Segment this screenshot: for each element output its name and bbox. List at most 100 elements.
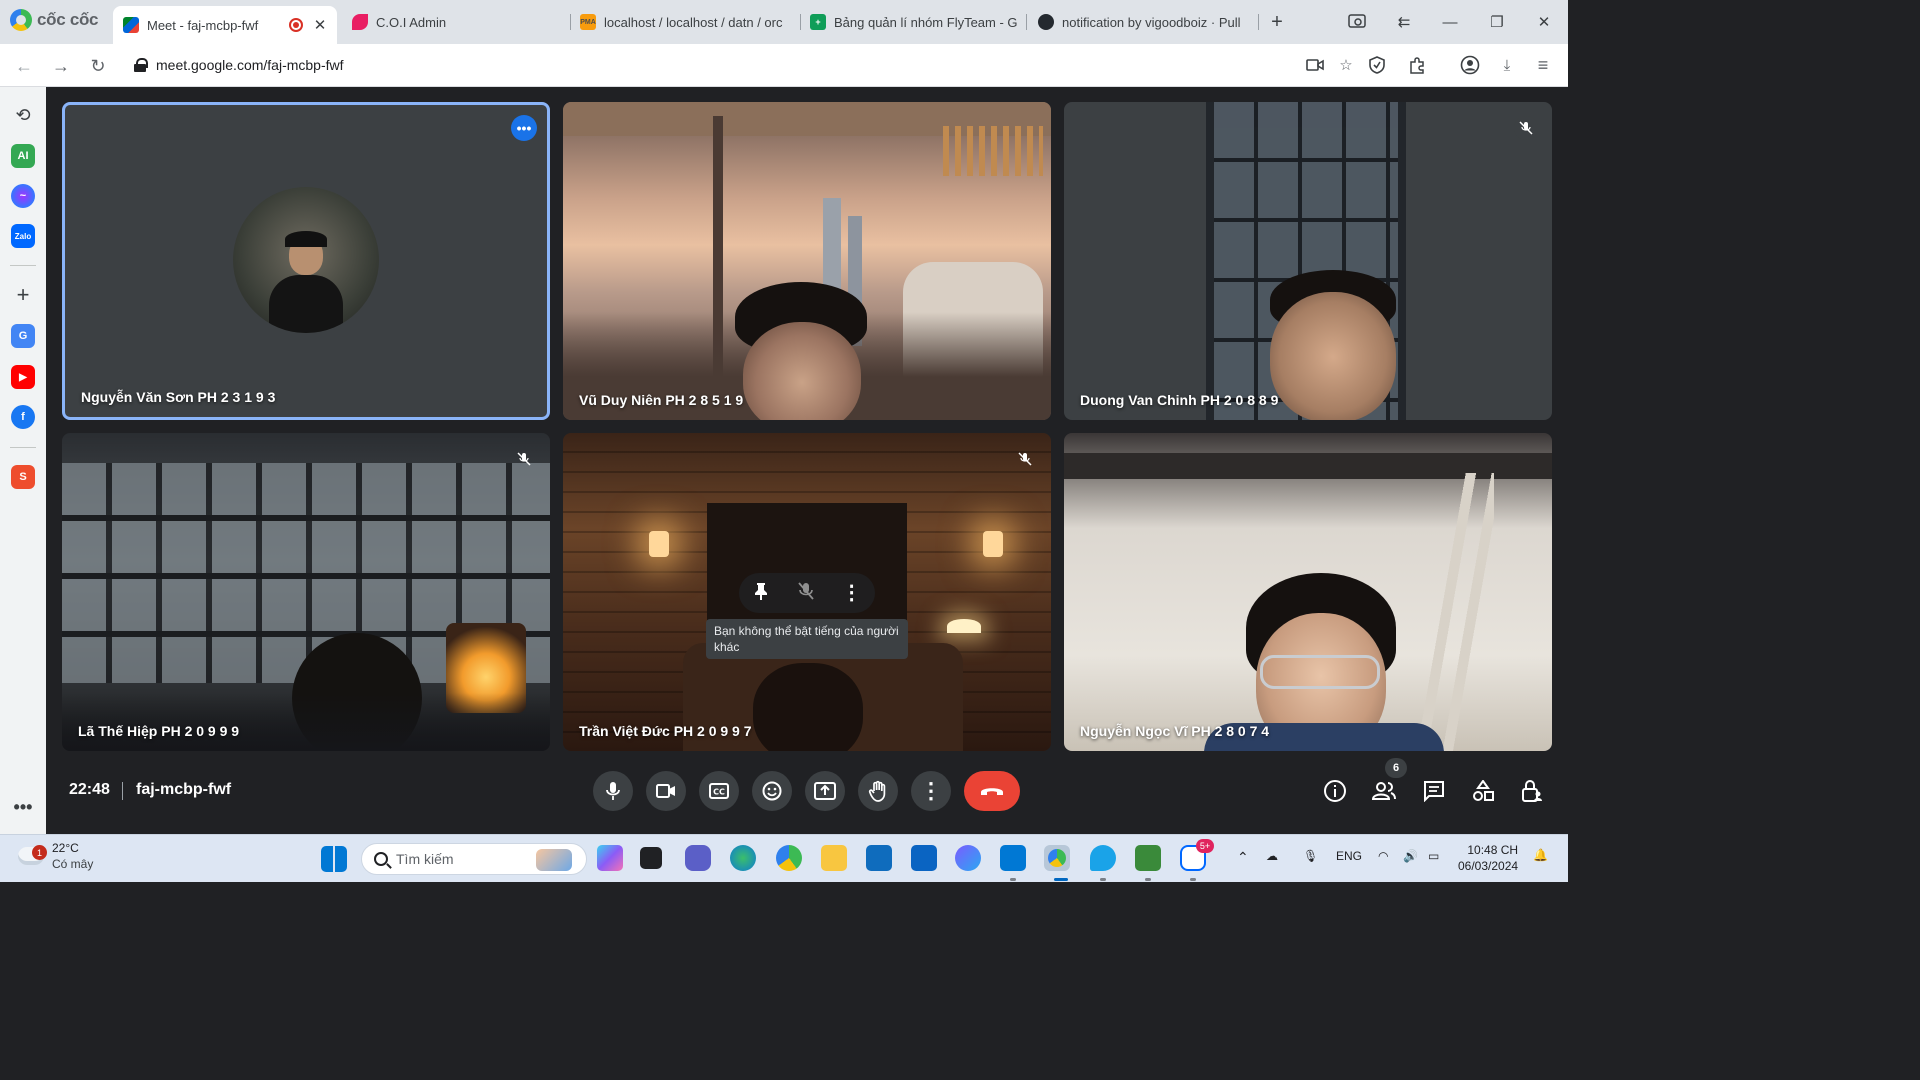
camera-button[interactable] (646, 771, 686, 811)
messenger-icon[interactable]: ~ (11, 184, 35, 208)
coccoc-taskbar-icon[interactable] (776, 845, 802, 871)
close-window-icon[interactable]: ✕ (1532, 10, 1556, 34)
microphone-button[interactable] (593, 771, 633, 811)
onedrive-icon[interactable]: ☁ (1266, 849, 1278, 863)
activities-button[interactable] (1467, 775, 1499, 807)
download-icon[interactable]: ⤓ (1496, 54, 1518, 76)
forward-icon[interactable]: → (47, 52, 75, 80)
raise-hand-icon (868, 780, 886, 802)
address-bar[interactable]: meet.google.com/faj-mcbp-fwf (122, 50, 1322, 80)
meeting-details-button[interactable] (1319, 775, 1351, 807)
shield-icon[interactable] (1366, 54, 1388, 76)
tab-github-pr[interactable]: notification by vigoodboiz · Pull (1028, 6, 1250, 38)
spreadsheet-icon[interactable] (1135, 845, 1161, 871)
avatar (233, 187, 379, 333)
google-sheets-icon: + (810, 14, 826, 30)
captions-button[interactable]: CC (699, 771, 739, 811)
meeting-clock: 22:48 (69, 781, 110, 798)
ai-assistant-icon[interactable]: AI (11, 144, 35, 168)
menu-icon[interactable]: ≡ (1532, 54, 1554, 76)
mic-icon (606, 782, 620, 800)
host-controls-button[interactable] (1516, 775, 1548, 807)
participant-tile[interactable]: ••• Nguyễn Văn Sơn PH 2 3 1 9 3 (62, 102, 550, 420)
edge-icon[interactable] (730, 845, 756, 871)
brand-name: cốc cốc (37, 10, 99, 29)
system-clock[interactable]: 10:48 CH 06/03/2024 (1458, 842, 1518, 874)
tab-title: Bảng quản lí nhóm FlyTeam - G (834, 14, 1018, 30)
battery-icon[interactable]: ▭ (1428, 849, 1439, 863)
shopee-icon[interactable]: S (11, 465, 35, 489)
github-icon (1038, 14, 1054, 30)
mail-icon[interactable] (911, 845, 937, 871)
tab-google-sheets[interactable]: + Bảng quản lí nhóm FlyTeam - G (800, 6, 1022, 38)
coccoc-active-icon[interactable] (1044, 845, 1070, 871)
teams-icon[interactable] (685, 845, 711, 871)
participant-tile[interactable]: Duong Van Chinh PH 2 0 8 8 9 (1064, 102, 1552, 420)
emoji-reaction-button[interactable] (752, 771, 792, 811)
zalo-taskbar-icon[interactable]: 5+ (1180, 839, 1214, 871)
participant-tile[interactable]: Vũ Duy Niên PH 2 8 5 1 9 (563, 102, 1051, 420)
side-separator (10, 265, 36, 266)
profile-icon[interactable] (1459, 54, 1481, 76)
chat-app-icon[interactable] (1090, 845, 1116, 871)
taskbar-search[interactable]: Tìm kiếm (361, 843, 587, 875)
weather-desc: Có mây (52, 857, 94, 871)
back-history-icon[interactable]: ⇇ (1392, 10, 1416, 34)
clock-time: 10:48 CH (1467, 843, 1519, 857)
notification-bell-icon[interactable]: 🔔 (1533, 848, 1548, 862)
pin-icon[interactable] (752, 581, 770, 606)
facebook-icon[interactable]: f (11, 405, 35, 429)
camera-in-use-icon[interactable] (1304, 54, 1326, 76)
zalo-icon[interactable]: Zalo (11, 224, 35, 248)
extensions-icon[interactable] (1406, 54, 1428, 76)
close-tab-icon[interactable]: ✕ (311, 16, 329, 34)
more-options-button[interactable]: ⋮ (911, 771, 951, 811)
minimize-icon[interactable]: — (1438, 10, 1462, 34)
youtube-icon[interactable]: ▶ (11, 365, 35, 389)
bookmark-star-icon[interactable]: ☆ (1335, 54, 1357, 76)
copilot-icon[interactable] (597, 845, 623, 871)
tab-phpmyadmin[interactable]: PMA localhost / localhost / datn / orc (570, 6, 796, 38)
history-icon[interactable]: ⟲ (11, 103, 35, 127)
copilot-app-icon[interactable] (955, 845, 981, 871)
start-windows-icon[interactable] (321, 846, 347, 872)
tab-coi-admin[interactable]: C.O.I Admin (342, 6, 562, 38)
tab-search-icon[interactable] (1345, 10, 1369, 34)
tab-separator (1258, 14, 1259, 30)
language-indicator[interactable]: ENG (1336, 849, 1362, 863)
participant-tile[interactable]: Lã Thế Hiệp PH 2 0 9 9 9 (62, 433, 550, 751)
emoji-icon (762, 781, 782, 801)
file-explorer-icon[interactable] (821, 845, 847, 871)
mute-participant-icon[interactable] (797, 581, 815, 606)
chevron-up-icon[interactable]: ⌃ (1237, 849, 1249, 866)
browser-side-panel: ⟲ AI ~ Zalo + G ▶ f S ••• (0, 87, 46, 834)
add-panel-icon[interactable]: + (11, 282, 35, 307)
restore-icon[interactable]: ❐ (1485, 10, 1509, 34)
lock-person-icon (1522, 780, 1542, 802)
back-icon[interactable]: ← (10, 52, 38, 80)
new-tab-button[interactable]: + (1265, 10, 1289, 34)
people-button[interactable] (1368, 775, 1400, 807)
tab-title: C.O.I Admin (376, 14, 447, 30)
present-screen-button[interactable] (805, 771, 845, 811)
raise-hand-button[interactable] (858, 771, 898, 811)
ms-store-icon[interactable] (866, 845, 892, 871)
more-vert-icon[interactable]: ⋮ (842, 583, 862, 603)
reload-icon[interactable]: ↻ (84, 52, 112, 80)
more-options-button[interactable]: ••• (511, 115, 537, 141)
tab-meet[interactable]: Meet - faj-mcbp-fwf ✕ (113, 6, 337, 44)
weather-widget[interactable]: 1 22°C Có mây (18, 841, 93, 871)
chat-button[interactable] (1418, 775, 1450, 807)
wifi-icon[interactable]: ◠ (1378, 849, 1388, 863)
task-view-icon[interactable] (640, 847, 662, 869)
vscode-icon[interactable] (1000, 845, 1026, 871)
activities-icon (1473, 780, 1494, 801)
microphone-tray-icon[interactable]: 🎙 (1303, 849, 1318, 863)
leave-call-button[interactable] (964, 771, 1020, 811)
end-call-icon (981, 788, 1003, 795)
translate-icon[interactable]: G (11, 324, 35, 348)
more-icon[interactable]: ••• (11, 795, 35, 819)
participant-tile[interactable]: Nguyễn Ngọc Vĩ PH 2 8 0 7 4 (1064, 433, 1552, 751)
tab-title: localhost / localhost / datn / orc (604, 14, 783, 30)
volume-icon[interactable]: 🔊 (1403, 849, 1418, 863)
